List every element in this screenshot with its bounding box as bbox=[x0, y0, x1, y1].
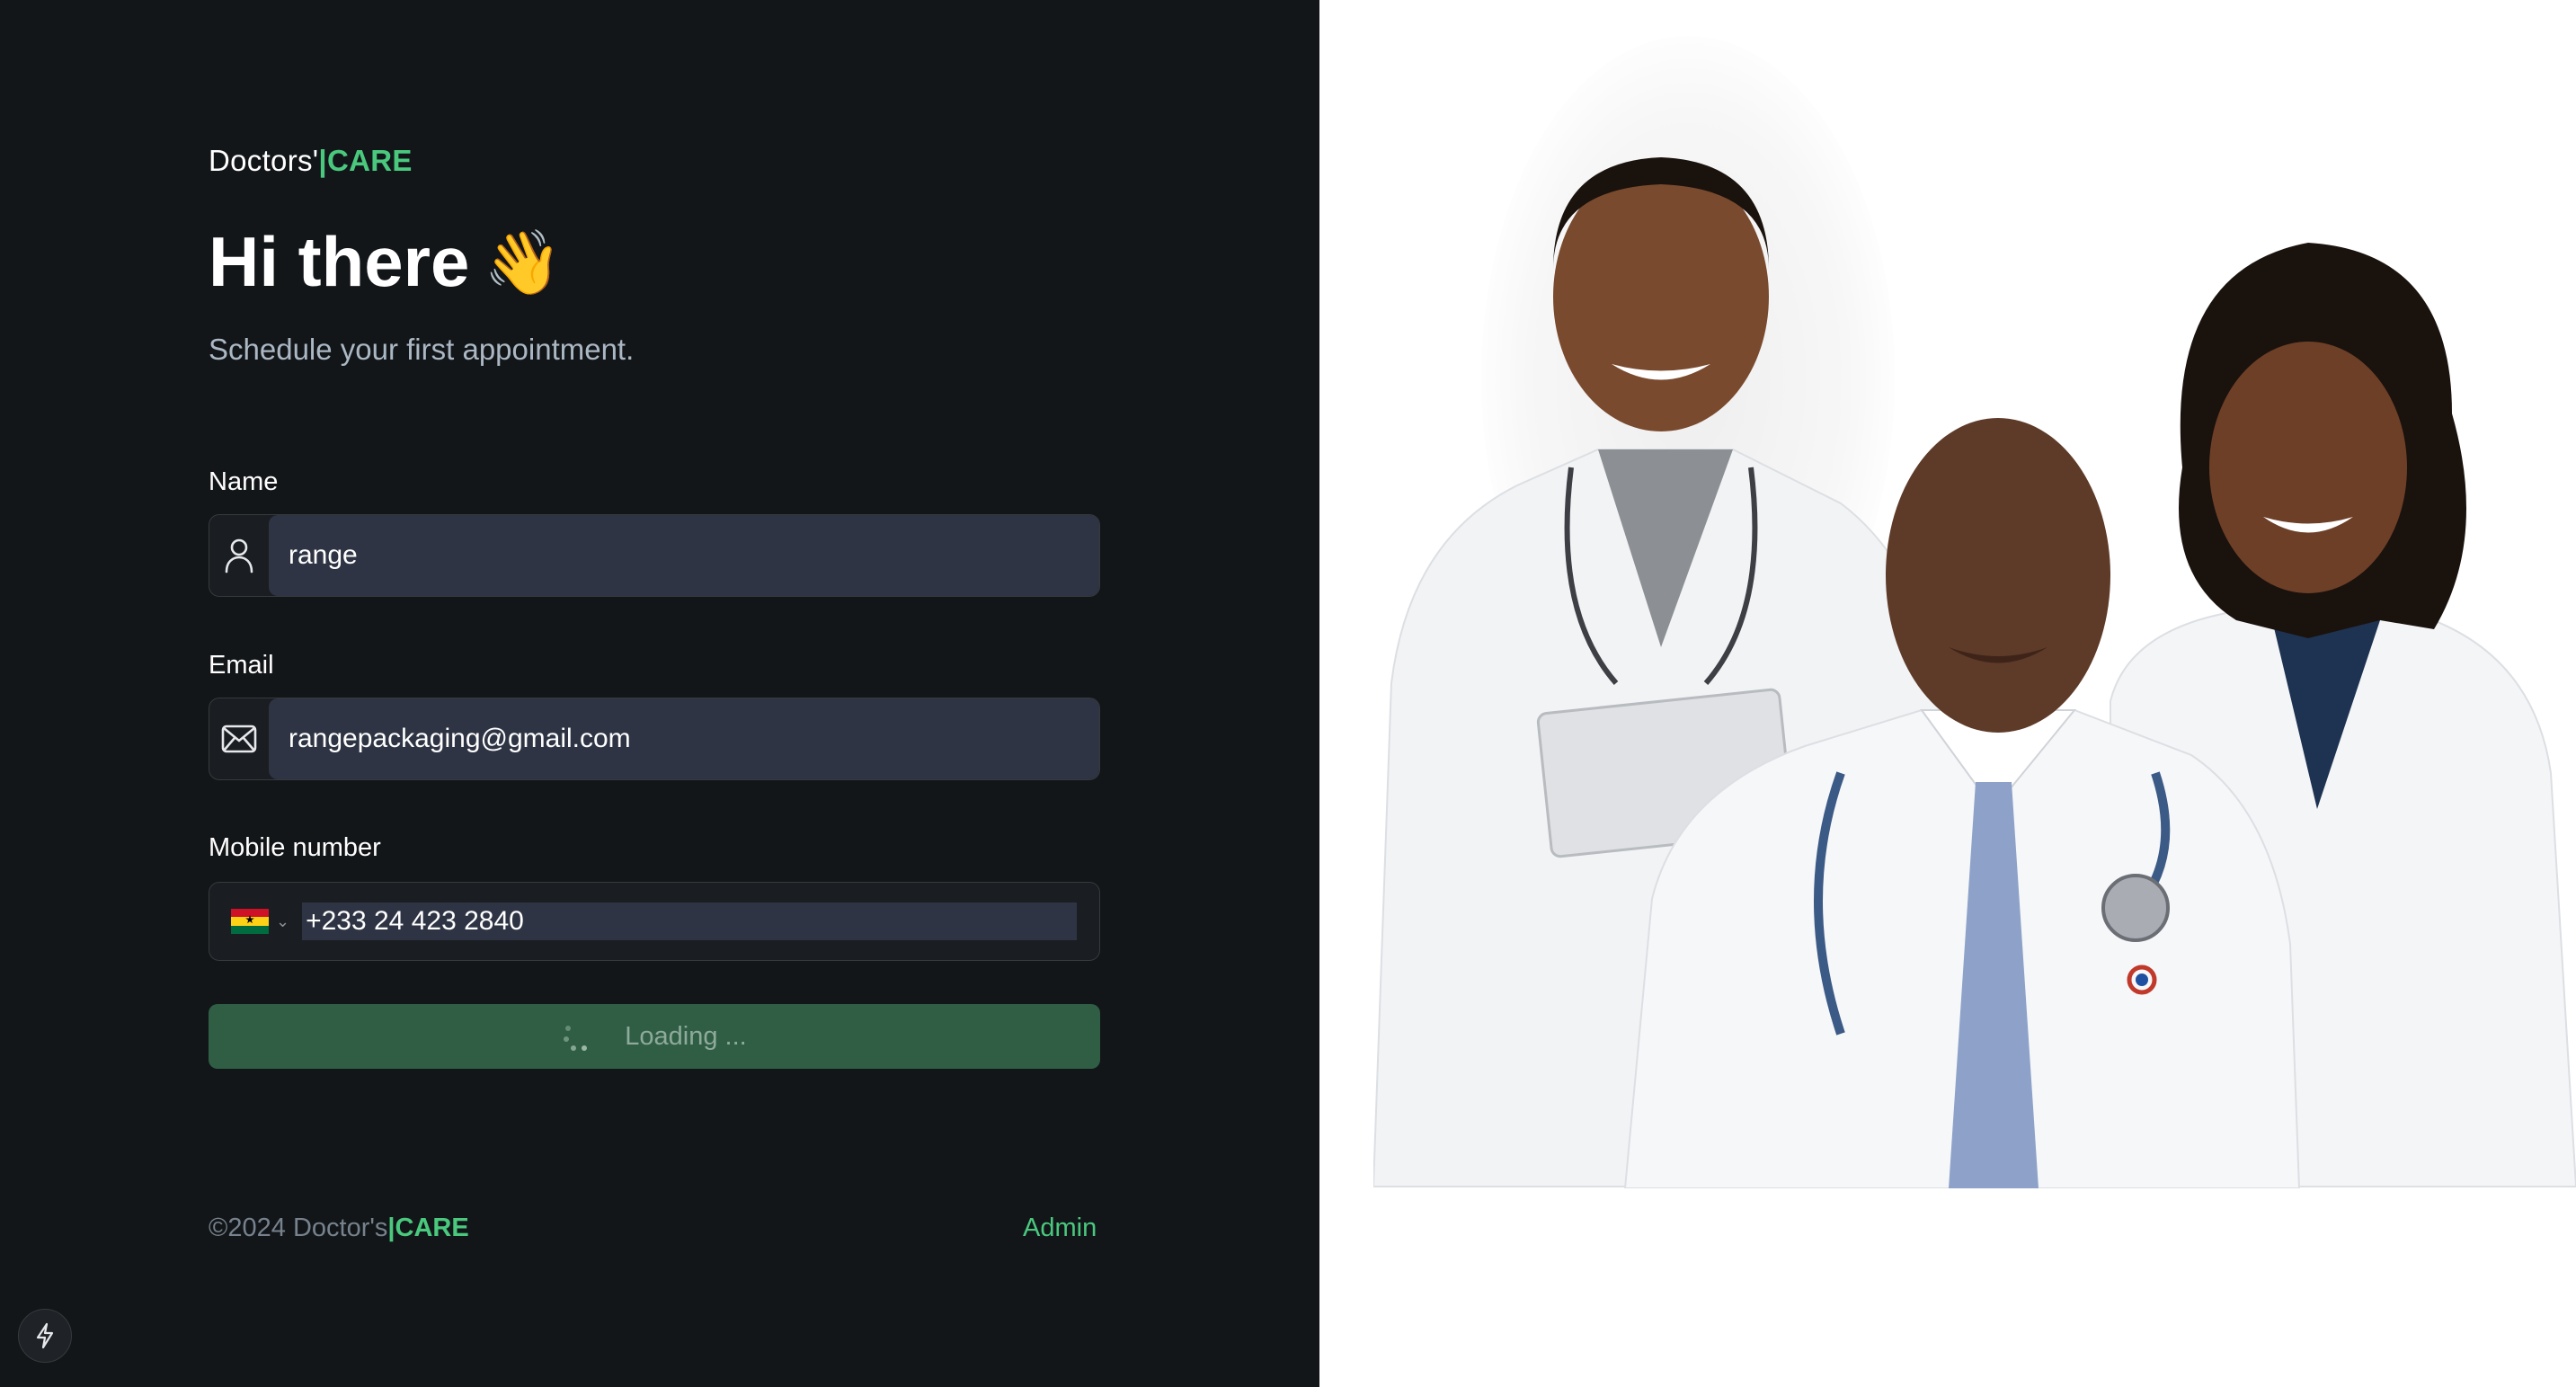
brand-name: Doctors' bbox=[209, 144, 319, 177]
email-field: rangepackaging@gmail.com bbox=[209, 698, 1100, 780]
submit-button[interactable]: Loading ... bbox=[209, 1004, 1100, 1069]
footer-bar: | bbox=[387, 1214, 395, 1242]
phone-field: ⌄ +233 24 423 2840 bbox=[209, 882, 1100, 961]
doctors-photo bbox=[1373, 157, 2576, 1188]
phone-label: Mobile number bbox=[209, 833, 381, 862]
brand-accent: CARE bbox=[326, 144, 413, 177]
brand-bar: | bbox=[318, 144, 327, 177]
submit-button-label: Loading ... bbox=[625, 1021, 747, 1051]
greeting-title: Hi there bbox=[209, 222, 470, 301]
name-input[interactable]: range bbox=[269, 515, 1099, 596]
page-title: Hi there 👋 bbox=[209, 221, 563, 303]
copyright-text: ©2024 Doctor's bbox=[209, 1214, 388, 1242]
waving-hand-icon: 👋 bbox=[484, 227, 563, 298]
mail-icon bbox=[209, 698, 269, 779]
phone-input[interactable]: +233 24 423 2840 bbox=[302, 902, 1078, 940]
loading-spinner-icon bbox=[562, 1020, 594, 1053]
email-label: Email bbox=[209, 651, 274, 680]
page-subtitle: Schedule your first appointment. bbox=[209, 333, 635, 366]
chevron-down-icon[interactable]: ⌄ bbox=[276, 912, 289, 931]
brand-logo: Doctors'|CARE bbox=[209, 144, 413, 178]
admin-link[interactable]: Admin bbox=[1023, 1214, 1097, 1243]
footer-copyright: ©2024 Doctor's|CARE bbox=[209, 1214, 469, 1243]
user-icon bbox=[209, 515, 269, 596]
name-label: Name bbox=[209, 467, 279, 496]
footer-accent: CARE bbox=[395, 1214, 469, 1242]
bolt-icon[interactable] bbox=[18, 1309, 72, 1363]
ghana-flag-icon[interactable] bbox=[231, 909, 269, 934]
name-field: range bbox=[209, 514, 1100, 597]
email-input[interactable]: rangepackaging@gmail.com bbox=[269, 698, 1099, 779]
left-panel: Doctors'|CARE Hi there 👋 Schedule your f… bbox=[0, 0, 1319, 1387]
right-panel bbox=[1319, 0, 2576, 1387]
